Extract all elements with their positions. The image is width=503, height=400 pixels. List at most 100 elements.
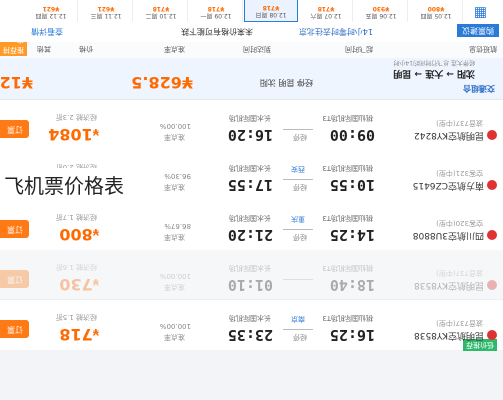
airline-name: 南方航空CZ6415 [413, 180, 497, 193]
airline-label: 四川航空3U8808 [412, 230, 484, 240]
date-cell[interactable]: 12.09 周一 ¥718 [190, 0, 243, 22]
book-button[interactable]: 订票 [0, 120, 29, 138]
col-other[interactable]: 其他 [37, 44, 51, 54]
date-label: 12.07 周六 [310, 12, 342, 19]
airline-name: 四川航空3U8808 [413, 230, 497, 243]
date-label: 12.06 周五 [365, 12, 397, 19]
transfer-summary[interactable]: 交通组合 沈阳 → 大连 → 昆明 经停大连 总飞行时间约14小时 经停 昆明 … [0, 57, 503, 98]
price-class: 经济舱 1.7折 [55, 213, 97, 221]
date-label: 12.11 周三 [90, 12, 122, 19]
departure-time: 18:40 [329, 276, 375, 294]
date-label: 12.09 周一 [200, 12, 232, 19]
date-cell[interactable]: 12.06 周五 ¥930 [355, 0, 408, 22]
date-cell[interactable]: 12.12 周四 ¥621 [25, 0, 78, 22]
flight-row[interactable]: 四川航空3U8808 空客320(中型) 14:25 桃仙国际机场T3 经停 重庆 21:2… [0, 199, 503, 250]
plane-type: 波音737(中型) [436, 119, 483, 127]
col-airline[interactable]: 航班信息 [469, 44, 497, 54]
ticket-price: ¥718 [59, 325, 99, 344]
date-price: ¥718 [207, 5, 225, 12]
stop-city[interactable]: 重庆 [291, 214, 305, 224]
date-cell[interactable]: 12.10 周二 ¥718 [135, 0, 188, 22]
route-line [283, 279, 313, 280]
price-class: 经济舱 1.5折 [55, 313, 97, 321]
airline-logo-icon [487, 180, 497, 191]
book-button[interactable]: 订票 [0, 270, 29, 288]
column-header-bar: 航班信息 起飞时间 到达时间 准点率 价格 其他 推荐排序 [0, 34, 503, 58]
trend-text: 未来价格有可能下跌 [181, 27, 253, 36]
route-line [283, 179, 313, 180]
book-button[interactable]: 订票 [0, 320, 29, 338]
screenshot-stage: 飞机票价格表 低价推荐 昆明航空KY8538 波音737(中型) 16:25 桃仙国际机… [0, 0, 503, 400]
date-price-strip: ▦ 12.05 周四 ¥800 12.06 周五 ¥930 12.07 周六 ¥718 12.… [0, 0, 503, 22]
ticket-price-value: 718 [59, 325, 93, 344]
departure-time: 14:25 [329, 226, 375, 244]
stop-city[interactable]: 西安 [291, 164, 305, 174]
ticket-price-value: 1084 [48, 125, 93, 144]
arrival-time: 21:20 [227, 226, 273, 244]
arrival-airport: 长水国际机场 [229, 314, 271, 322]
date-cell[interactable]: 12.08 周日 ¥718 [244, 0, 298, 22]
ontime-label: 准点率 [164, 233, 185, 241]
plane-type: 空客320(中型) [436, 219, 483, 227]
route-line [283, 229, 313, 230]
ontime-label: 准点率 [164, 133, 185, 141]
departure-time: 09:00 [329, 126, 375, 144]
ontime-rate: 100.00% [159, 272, 191, 280]
ontime-rate: 96.30% [164, 172, 191, 180]
col-dep[interactable]: 起飞时间 [345, 44, 373, 54]
summary-route: 沈阳 → 大连 → 昆明 [393, 68, 475, 78]
flight-row[interactable]: 低价推荐 昆明航空KY8538 波音737(中型) 16:25 桃仙国际机场T3 经停 南京… [0, 299, 503, 351]
col-arr[interactable]: 到达时间 [243, 44, 271, 54]
airline-logo-icon [487, 130, 497, 141]
arrival-airport: 长水国际机场 [229, 214, 271, 222]
summary-price: ¥628.5 [131, 73, 193, 92]
departure-airport: 桃仙国际机场T3 [322, 114, 373, 122]
departure-airport: 桃仙国际机场T3 [322, 314, 373, 322]
col-price[interactable]: 价格 [79, 44, 93, 54]
date-price: ¥718 [262, 4, 280, 11]
arrival-time: 16:20 [227, 126, 273, 144]
date-label: 12.05 周四 [420, 12, 452, 19]
date-price: ¥800 [427, 5, 445, 12]
ontime-rate: 100.00% [159, 322, 191, 330]
airline-name: 昆明航空KY8538 [414, 280, 497, 293]
price-class: 经济舱 1.6折 [55, 263, 97, 271]
ticket-price-value: 800 [59, 225, 93, 244]
date-cell[interactable]: 12.05 周四 ¥800 [410, 0, 463, 22]
ticket-price: ¥730 [59, 275, 99, 294]
plane-type: 波音737(中型) [436, 319, 483, 327]
ontime-label: 准点率 [164, 283, 185, 291]
airline-logo-icon [487, 330, 497, 341]
book-button[interactable]: 订票 [0, 220, 29, 238]
detail-link[interactable]: 查看详情 [31, 26, 63, 37]
departure-airport: 桃仙国际机场T3 [322, 264, 373, 272]
flight-row[interactable]: 昆明航空KY8538 波音737(中型) 18:40 桃仙国际机场T3 01:10 长水国… [0, 249, 503, 300]
date-cell[interactable]: 12.11 周三 ¥621 [80, 0, 133, 22]
stop-label: 经停 [293, 133, 307, 141]
notice-bar: 购票建议 14小时零时去往北京 未来价格有可能下跌 查看详情 [0, 22, 503, 42]
calendar-icon[interactable]: ▦ [469, 3, 487, 21]
arrival-airport: 长水国际机场 [229, 114, 271, 122]
stop-city[interactable]: 南京 [291, 314, 305, 324]
date-price: ¥621 [42, 5, 60, 12]
price-class: 经济舱 2.3折 [55, 113, 97, 121]
summary-price-right: ¥12 [0, 73, 33, 92]
airline-name: 昆明航空KY8242 [414, 130, 497, 143]
date-label: 12.10 周二 [145, 12, 177, 19]
notice-text: 14小时零时去往北京 [298, 27, 373, 36]
date-label: 12.12 周四 [35, 12, 67, 19]
date-label: 12.08 周日 [255, 11, 287, 18]
ticket-price: ¥800 [59, 225, 99, 244]
departure-airport: 桃仙国际机场T3 [322, 164, 373, 172]
route-line [283, 129, 313, 130]
stop-label: 经停 [293, 233, 307, 241]
date-cell[interactable]: 12.07 周六 ¥718 [300, 0, 353, 22]
col-rate[interactable]: 准点率 [164, 44, 185, 54]
date-price: ¥718 [152, 5, 170, 12]
flight-row[interactable]: 昆明航空KY8242 波音737(中型) 09:00 桃仙国际机场T3 经停 16:20 长… [0, 99, 503, 150]
plane-type: 空客321(中型) [436, 169, 483, 177]
advice-button[interactable]: 购票建议 [457, 24, 499, 37]
stop-label: 经停 [293, 333, 307, 341]
airline-logo-icon [487, 230, 497, 241]
arrival-time: 23:35 [227, 326, 273, 344]
